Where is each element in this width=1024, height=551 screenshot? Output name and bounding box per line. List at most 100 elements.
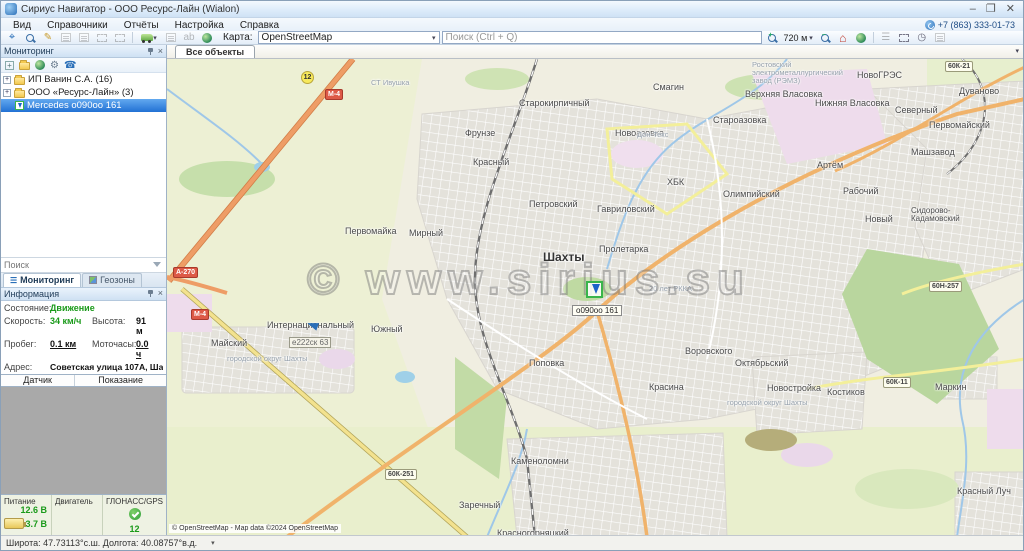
map-place-label: Машзавод <box>911 148 955 157</box>
vehicle-icon <box>15 101 24 110</box>
search-button[interactable] <box>22 31 38 44</box>
engine-hours-value[interactable]: 0.0 ч <box>136 339 163 359</box>
map-place-label: Октябрьский <box>735 359 788 368</box>
map-place-label: Мирный <box>409 229 443 238</box>
zoom-out-button[interactable]: − <box>817 31 833 44</box>
map-provider-select[interactable]: OpenStreetMap ▾ <box>258 31 440 44</box>
sidebar-search-input[interactable] <box>4 260 153 270</box>
engine-hours-label: Моточасы: <box>92 339 136 359</box>
panel-icon <box>935 33 945 42</box>
sensor-table-body <box>1 387 166 495</box>
selection-button[interactable] <box>896 31 912 44</box>
chevron-down-icon[interactable]: ▾ <box>211 539 215 547</box>
zoom-in-button[interactable]: + <box>764 31 780 44</box>
shape-button-1[interactable] <box>94 31 110 44</box>
zoom-out-icon: − <box>821 34 829 42</box>
address-label: Адрес: <box>4 362 50 372</box>
map-place-label: Сидорово- Кадамовский <box>911 207 960 224</box>
minimize-button[interactable]: – <box>970 4 976 14</box>
globe-button[interactable] <box>199 31 215 44</box>
unit-label-secondary[interactable]: е222ск 63 <box>289 337 331 348</box>
tree-row-label: ИП Ванин С.А. (16) <box>28 74 112 85</box>
table-button[interactable] <box>163 31 179 44</box>
power-backup-value: 3.7 В <box>26 519 48 529</box>
settings-button[interactable]: ⚙ <box>50 60 59 71</box>
selection-frame-icon <box>899 34 909 42</box>
pin-icon[interactable] <box>147 290 154 297</box>
map-area[interactable]: Все объекты ▾ <box>167 45 1023 535</box>
mileage-label: Пробег: <box>4 339 50 359</box>
tree-row-2[interactable]: Mercedes o090oo 161 <box>1 99 166 112</box>
list-icon: ☰ <box>10 276 17 285</box>
sheet-button-1[interactable] <box>58 31 74 44</box>
extra-button[interactable] <box>932 31 948 44</box>
map-scale-select[interactable]: 720 м ▾ <box>782 33 815 43</box>
map-place-label: Северный <box>895 106 938 115</box>
history-button[interactable]: ◷ <box>914 31 930 44</box>
battery-icon <box>4 518 24 529</box>
text-button[interactable]: ab <box>181 31 197 44</box>
sensor-col-name: Датчик <box>1 375 75 386</box>
legend-button[interactable]: ☰ <box>878 31 894 44</box>
shape-button-2[interactable] <box>112 31 128 44</box>
unit-label-selected[interactable]: o090oo 161 <box>572 305 622 316</box>
speed-value: 34 км/ч <box>50 316 92 336</box>
home-button[interactable]: ⌂ <box>835 31 851 44</box>
map-search-input[interactable] <box>442 31 762 44</box>
clock-icon: ◷ <box>917 32 926 43</box>
map-place-label: 20 лет РККА <box>649 285 692 293</box>
map-place-label: Красный Луч <box>957 487 1011 496</box>
maximize-button[interactable]: ❐ <box>986 4 996 14</box>
plus-grid-icon: + <box>5 61 14 70</box>
map-tab-all-objects[interactable]: Все объекты <box>175 45 255 58</box>
tree-row-0[interactable]: + ИП Ванин С.А. (16) <box>1 73 166 86</box>
menu-item-2[interactable]: Отчёты <box>116 20 167 31</box>
engine-stat: Двигатель <box>52 495 103 535</box>
locate-button[interactable]: ⌖ <box>4 31 20 44</box>
map-place-label: Первомайский <box>929 121 990 130</box>
sidebar-tabs: ☰ Мониторинг Геозоны <box>1 273 166 288</box>
app-window: Сириус Навигатор - ООО Ресурс-Лайн (Wial… <box>0 0 1024 551</box>
menu-item-3[interactable]: Настройка <box>167 20 232 31</box>
unit-marker-selected[interactable] <box>586 281 603 298</box>
map-canvas[interactable]: СТ ИвушкаРостовский электрометаллургичес… <box>167 59 1023 535</box>
sheet-button-2[interactable] <box>76 31 92 44</box>
show-on-map-button[interactable] <box>35 60 45 70</box>
menu-item-1[interactable]: Справочники <box>39 20 116 31</box>
map-place-label: Верхняя Власовка <box>745 90 822 99</box>
map-place-label: СТ Ивушка <box>371 79 409 87</box>
status-bar: Широта: 47.73113°с.ш. Долгота: 40.08757°… <box>1 535 1023 550</box>
expand-icon[interactable]: + <box>3 89 11 97</box>
map-place-label: Южный <box>371 325 403 334</box>
edit-button[interactable]: ✎ <box>40 31 56 44</box>
sensor-table-header: Датчик Показание <box>1 374 166 387</box>
menu-item-4[interactable]: Справка <box>232 20 287 31</box>
map-place-label: Каменоломни <box>511 457 569 466</box>
pin-icon[interactable] <box>147 48 154 55</box>
tab-monitoring[interactable]: ☰ Мониторинг <box>3 273 81 287</box>
map-place-label: Смагин <box>653 83 684 92</box>
folders-button[interactable] <box>19 60 30 70</box>
tree-row-1[interactable]: +ООО «Ресурс-Лайн» (3) <box>1 86 166 99</box>
close-button[interactable]: ✕ <box>1006 4 1015 14</box>
vehicle-menu-button[interactable]: ▾ <box>137 31 161 44</box>
world-button[interactable] <box>853 31 869 44</box>
connection-button[interactable]: ☎ <box>64 60 76 71</box>
filter-icon[interactable] <box>153 262 161 267</box>
table-icon <box>166 33 176 42</box>
folder-icon <box>19 62 30 70</box>
gps-label: ГЛОНАСС/GPS <box>106 497 163 506</box>
mileage-value[interactable]: 0.1 км <box>50 339 92 359</box>
tab-geozones[interactable]: Геозоны <box>82 273 142 287</box>
expand-icon[interactable]: + <box>3 76 11 84</box>
add-group-button[interactable]: + <box>5 61 14 70</box>
road-shield: 60К-11 <box>883 377 911 388</box>
monitoring-panel-header: Мониторинг × <box>1 45 166 58</box>
sheet-icon <box>79 33 89 42</box>
map-place-label: городской округ Шахты <box>727 399 808 407</box>
chevron-down-icon[interactable]: ▾ <box>1015 47 1019 55</box>
menu-item-0[interactable]: Вид <box>5 20 39 31</box>
road-shield: 60К-251 <box>385 469 417 480</box>
address-value: Советская улица 107А, Шахты, РОС <box>50 362 163 372</box>
map-place-label: ХБК <box>667 178 684 187</box>
